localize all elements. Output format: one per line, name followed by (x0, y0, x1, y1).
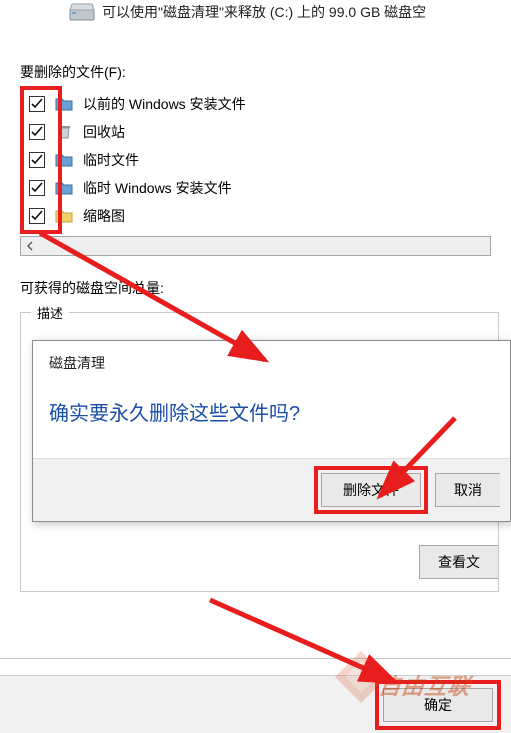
list-item[interactable]: 以前的 Windows 安装文件 (20, 90, 511, 118)
checkbox[interactable] (29, 96, 45, 112)
folder-icon (55, 180, 73, 196)
drive-icon (68, 0, 96, 24)
cancel-button[interactable]: 取消 (435, 473, 500, 507)
scroll-left-icon[interactable] (21, 237, 39, 255)
confirm-dialog: 磁盘清理 确实要永久删除这些文件吗? 删除文件 取消 (32, 340, 511, 522)
checkbox[interactable] (29, 124, 45, 140)
file-list: 以前的 Windows 安装文件 回收站 临时文件 临时 Windows 安装文… (20, 90, 511, 230)
header-text: 可以使用"磁盘清理"来释放 (C:) 上的 99.0 GB 磁盘空 (102, 2, 426, 22)
groupbox-title: 描述 (31, 303, 69, 322)
ok-button[interactable]: 确定 (383, 688, 493, 722)
list-item[interactable]: 临时 Windows 安装文件 (20, 174, 511, 202)
list-item[interactable]: 缩略图 (20, 202, 511, 230)
delete-files-button[interactable]: 删除文件 (321, 473, 421, 507)
dialog-message: 确实要永久删除这些文件吗? (33, 373, 510, 458)
list-item-label: 以前的 Windows 安装文件 (83, 94, 246, 114)
recycle-bin-icon (55, 124, 73, 140)
view-files-button[interactable]: 查看文 (419, 545, 498, 579)
dialog-button-bar: 删除文件 取消 (33, 458, 510, 521)
bottom-button-bar: 确定 (0, 675, 511, 733)
dialog-title: 磁盘清理 (33, 341, 510, 373)
list-item-label: 缩略图 (83, 206, 125, 226)
horizontal-scrollbar[interactable] (20, 236, 491, 256)
list-item[interactable]: 回收站 (20, 118, 511, 146)
list-item[interactable]: 临时文件 (20, 146, 511, 174)
list-item-label: 临时文件 (83, 150, 139, 170)
folder-icon (55, 208, 73, 224)
folder-icon (55, 96, 73, 112)
divider (0, 658, 511, 659)
folder-icon (55, 152, 73, 168)
obtainable-space-label: 可获得的磁盘空间总量: (20, 278, 511, 298)
header-info-fragment: 可以使用"磁盘清理"来释放 (C:) 上的 99.0 GB 磁盘空 (0, 0, 511, 34)
checkbox[interactable] (29, 208, 45, 224)
files-to-delete-label: 要删除的文件(F): (20, 62, 511, 82)
list-item-label: 回收站 (83, 122, 125, 142)
checkbox[interactable] (29, 180, 45, 196)
list-item-label: 临时 Windows 安装文件 (83, 178, 232, 198)
checkbox[interactable] (29, 152, 45, 168)
